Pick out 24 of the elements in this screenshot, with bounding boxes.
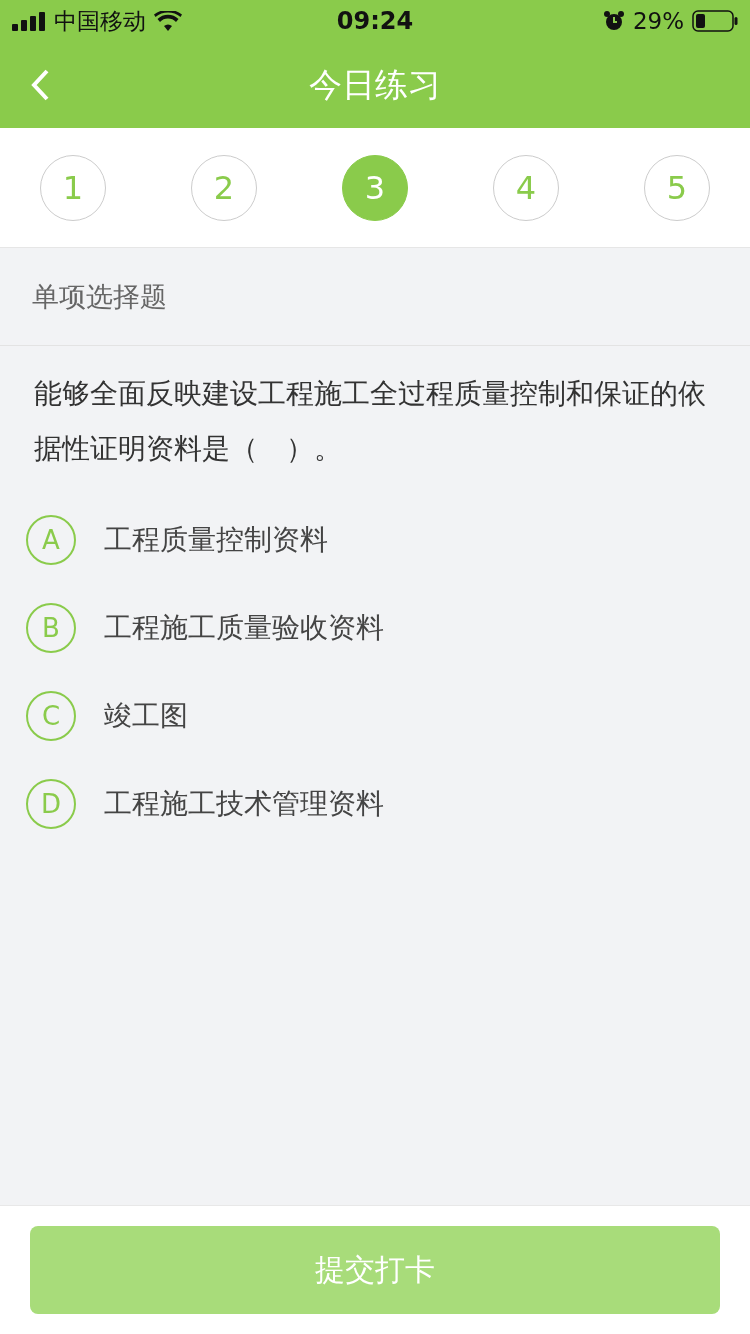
battery-icon bbox=[692, 10, 738, 32]
option-text[interactable]: 工程施工质量验收资料 bbox=[104, 609, 384, 647]
question-text: 能够全面反映建设工程施工全过程质量控制和保证的依据性证明资料是（ ）。 bbox=[34, 376, 707, 467]
question-number-tab[interactable]: 1 bbox=[40, 154, 106, 221]
option-radio[interactable]: B bbox=[26, 603, 76, 653]
option-radio[interactable]: D bbox=[26, 779, 76, 829]
alarm-icon bbox=[602, 10, 625, 32]
question-type: 单项选择题 bbox=[0, 248, 750, 346]
battery-percent: 29% bbox=[632, 8, 684, 34]
question-number-tab[interactable]: 2 bbox=[191, 154, 257, 221]
option-radio[interactable]: C bbox=[26, 691, 76, 741]
question-number-tab[interactable]: 4 bbox=[493, 154, 559, 221]
status-time: 09:24 bbox=[336, 7, 414, 35]
question-number-tab[interactable]: 3 bbox=[342, 154, 408, 221]
option-text[interactable]: 工程施工技术管理资料 bbox=[104, 785, 384, 823]
page-title: 今日练习 bbox=[309, 63, 441, 106]
option-radio[interactable]: A bbox=[26, 515, 76, 565]
wifi-icon bbox=[154, 11, 182, 31]
back-icon[interactable] bbox=[30, 68, 50, 102]
option-text[interactable]: 竣工图 bbox=[104, 697, 188, 735]
question-number-tab[interactable]: 5 bbox=[644, 154, 710, 221]
signal-icon bbox=[12, 11, 46, 31]
option-text[interactable]: 工程质量控制资料 bbox=[104, 521, 328, 559]
carrier-name: 中国移动 bbox=[54, 6, 146, 36]
